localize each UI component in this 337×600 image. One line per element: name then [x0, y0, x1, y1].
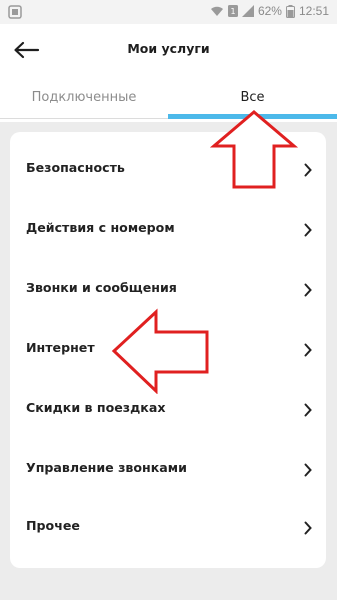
service-item-calls-messages[interactable]: Звонки и сообщения — [10, 270, 326, 310]
tab-connected[interactable]: Подключенные — [0, 86, 168, 116]
app-header: Мои услуги — [0, 24, 337, 76]
clock: 12:51 — [298, 4, 329, 18]
battery-icon — [285, 4, 295, 18]
service-item-label: Скидки в поездках — [26, 400, 166, 415]
service-item-label: Безопасность — [26, 160, 125, 175]
signal-icon — [241, 5, 254, 17]
chevron-right-icon — [304, 283, 312, 297]
chevron-right-icon — [304, 223, 312, 237]
service-item-label: Прочее — [26, 518, 80, 533]
service-item-label: Звонки и сообщения — [26, 280, 177, 295]
service-item-number-actions[interactable]: Действия с номером — [10, 210, 326, 250]
service-item-label: Интернет — [26, 340, 95, 355]
service-item-label: Управление звонками — [26, 460, 187, 475]
chevron-right-icon — [304, 403, 312, 417]
wifi-icon — [210, 5, 224, 17]
chevron-right-icon — [304, 463, 312, 477]
service-item-label: Действия с номером — [26, 220, 175, 235]
status-bar: 1 62% 12:51 — [0, 0, 337, 24]
chevron-right-icon — [304, 163, 312, 177]
chevron-right-icon — [304, 521, 312, 535]
data-icon: 1 — [227, 5, 238, 17]
chevron-right-icon — [304, 343, 312, 357]
service-item-call-management[interactable]: Управление звонками — [10, 450, 326, 490]
page-title: Мои услуги — [127, 41, 210, 56]
notification-icon — [8, 5, 22, 22]
service-item-other[interactable]: Прочее — [10, 508, 326, 548]
service-item-travel-discounts[interactable]: Скидки в поездках — [10, 390, 326, 430]
battery-percent: 62% — [257, 4, 282, 18]
svg-text:1: 1 — [230, 7, 235, 16]
annotation-arrow-left — [111, 308, 209, 394]
annotation-arrow-up — [210, 110, 299, 189]
